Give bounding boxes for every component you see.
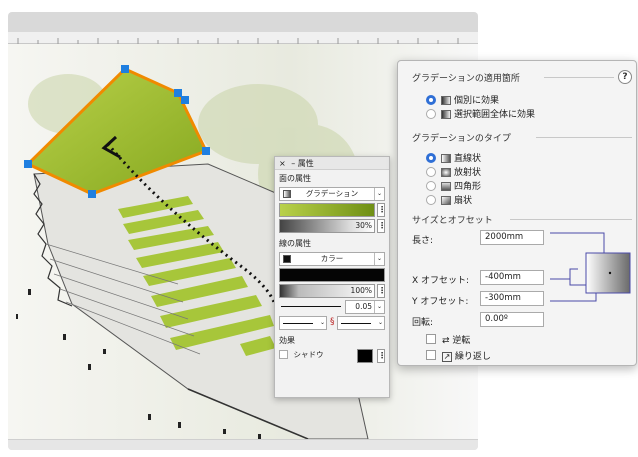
y-offset-field[interactable]: -300mm xyxy=(480,291,544,306)
repeat-icon: ↗ xyxy=(442,352,452,362)
y-offset-label: Y オフセット: xyxy=(412,297,469,307)
stroke-type-select[interactable]: カラー ⌄ xyxy=(279,252,385,266)
stroke-type-value: カラー xyxy=(320,254,344,263)
section-divider xyxy=(544,77,614,78)
fill-type-select[interactable]: グラデーション ⌄ xyxy=(279,187,385,201)
stroke-section-label: 線の属性 xyxy=(279,239,311,248)
minimize-icon[interactable]: – xyxy=(291,159,295,168)
fan-gradient-icon xyxy=(441,196,451,205)
properties-title: 属性 xyxy=(297,159,314,168)
length-field[interactable]: 2000mm xyxy=(480,230,544,245)
repeat-checkbox[interactable] xyxy=(426,350,436,360)
stroke-width-field[interactable]: 0.05 ⌄ xyxy=(345,300,385,314)
apply-selection-option[interactable]: 選択範囲全体に効果 xyxy=(441,107,535,120)
type-radial-radio[interactable] xyxy=(426,167,436,177)
stroke-width-value: 0.05 xyxy=(355,302,372,311)
reverse-checkbox[interactable] xyxy=(426,334,436,344)
stroke-opacity-slider[interactable]: 100% xyxy=(279,284,375,298)
shadow-color-swatch[interactable] xyxy=(357,349,373,363)
selection-icon xyxy=(441,110,451,119)
swap-icon: ⇄ xyxy=(442,336,450,346)
apply-section-label: グラデーションの適用箇所 xyxy=(412,74,520,84)
fill-opacity-more-button[interactable]: ⋮ xyxy=(377,219,386,233)
shadow-more-button[interactable]: ⋮ xyxy=(377,349,386,363)
x-offset-label: X オフセット: xyxy=(412,276,470,286)
fill-opacity-value: 30% xyxy=(355,221,372,230)
type-fan-label: 扇状 xyxy=(454,196,473,206)
stroke-color-bar[interactable] xyxy=(279,268,385,282)
repeat-label: 繰り返し xyxy=(454,352,491,362)
stroke-swatch-icon xyxy=(283,255,291,263)
stroke-width-sample xyxy=(281,306,341,307)
type-rectangle-label: 四角形 xyxy=(454,182,482,192)
individual-icon xyxy=(441,96,451,105)
fill-section-label: 面の属性 xyxy=(279,174,311,183)
line-end-select[interactable]: ⌄ xyxy=(337,316,385,330)
gradient-settings-panel: グラデーションの適用箇所 ? 個別に効果 選択範囲全体に効果 グラデーションのタ… xyxy=(397,60,637,366)
type-radial-label: 放射状 xyxy=(454,168,482,178)
help-button[interactable]: ? xyxy=(618,70,632,84)
type-radial-option[interactable]: 放射状 xyxy=(441,165,481,178)
length-label: 長さ: xyxy=(412,236,434,246)
stroke-opacity-more-button[interactable]: ⋮ xyxy=(377,284,386,298)
line-start-select[interactable]: ⌄ xyxy=(279,316,327,330)
section-divider xyxy=(510,219,632,220)
gradient-more-button[interactable]: ⋮ xyxy=(377,203,386,217)
apply-individual-label: 個別に効果 xyxy=(454,96,500,106)
rotation-field[interactable]: 0.00º xyxy=(480,312,544,327)
link-icon[interactable]: § xyxy=(330,317,335,327)
gradient-swatch-icon xyxy=(283,190,291,198)
shadow-label: シャドウ xyxy=(293,350,324,359)
horizontal-scrollbar[interactable] xyxy=(8,439,478,450)
app-window: × – 属性 面の属性 グラデーション ⌄ ⋮ 30% ⋮ 線の属性 カラー ⌄… xyxy=(0,0,638,457)
properties-title-bar[interactable]: × – 属性 xyxy=(275,157,389,170)
rectangle-gradient-icon xyxy=(441,182,451,191)
x-offset-field[interactable]: -400mm xyxy=(480,270,544,285)
type-fan-option[interactable]: 扇状 xyxy=(441,193,472,206)
chevron-down-icon: ⌄ xyxy=(374,253,384,265)
effects-section-label: 効果 xyxy=(279,336,295,345)
ruler-ticks xyxy=(17,38,459,44)
reverse-label: 逆転 xyxy=(452,336,471,346)
type-rectangle-radio[interactable] xyxy=(426,181,436,191)
gradient-preview-diagram xyxy=(550,232,631,302)
properties-panel: × – 属性 面の属性 グラデーション ⌄ ⋮ 30% ⋮ 線の属性 カラー ⌄… xyxy=(274,156,390,398)
apply-selection-label: 選択範囲全体に効果 xyxy=(454,110,536,120)
line-start-sample xyxy=(283,323,313,324)
fill-opacity-slider[interactable]: 30% xyxy=(279,219,375,233)
type-section-label: グラデーションのタイプ xyxy=(412,134,511,144)
apply-individual-radio[interactable] xyxy=(426,95,436,105)
chevron-down-icon: ⌄ xyxy=(374,188,384,200)
chevron-down-icon: ⌄ xyxy=(377,319,383,326)
radial-gradient-icon xyxy=(441,168,451,177)
type-linear-radio[interactable] xyxy=(426,153,436,163)
type-linear-option[interactable]: 直線状 xyxy=(441,151,481,164)
stroke-opacity-value: 100% xyxy=(350,286,372,295)
line-end-sample xyxy=(341,323,371,324)
horizontal-ruler[interactable] xyxy=(8,32,478,44)
rotation-label: 回転: xyxy=(412,318,434,328)
gradient-bar[interactable] xyxy=(279,203,375,217)
size-section-label: サイズとオフセット xyxy=(412,216,493,226)
apply-selection-radio[interactable] xyxy=(426,109,436,119)
fill-type-value: グラデーション xyxy=(305,189,359,198)
section-divider xyxy=(536,137,632,138)
type-linear-label: 直線状 xyxy=(454,154,482,164)
repeat-option[interactable]: ↗ 繰り返し xyxy=(442,349,491,362)
reverse-option[interactable]: ⇄ 逆転 xyxy=(442,333,470,346)
chevron-down-icon: ⌄ xyxy=(319,319,325,326)
type-rectangle-option[interactable]: 四角形 xyxy=(441,179,481,192)
shadow-checkbox[interactable] xyxy=(279,350,288,359)
close-icon[interactable]: × xyxy=(279,159,286,168)
chevron-down-icon: ⌄ xyxy=(374,301,384,313)
linear-gradient-icon xyxy=(441,154,451,163)
apply-individual-option[interactable]: 個別に効果 xyxy=(441,93,499,106)
type-fan-radio[interactable] xyxy=(426,195,436,205)
